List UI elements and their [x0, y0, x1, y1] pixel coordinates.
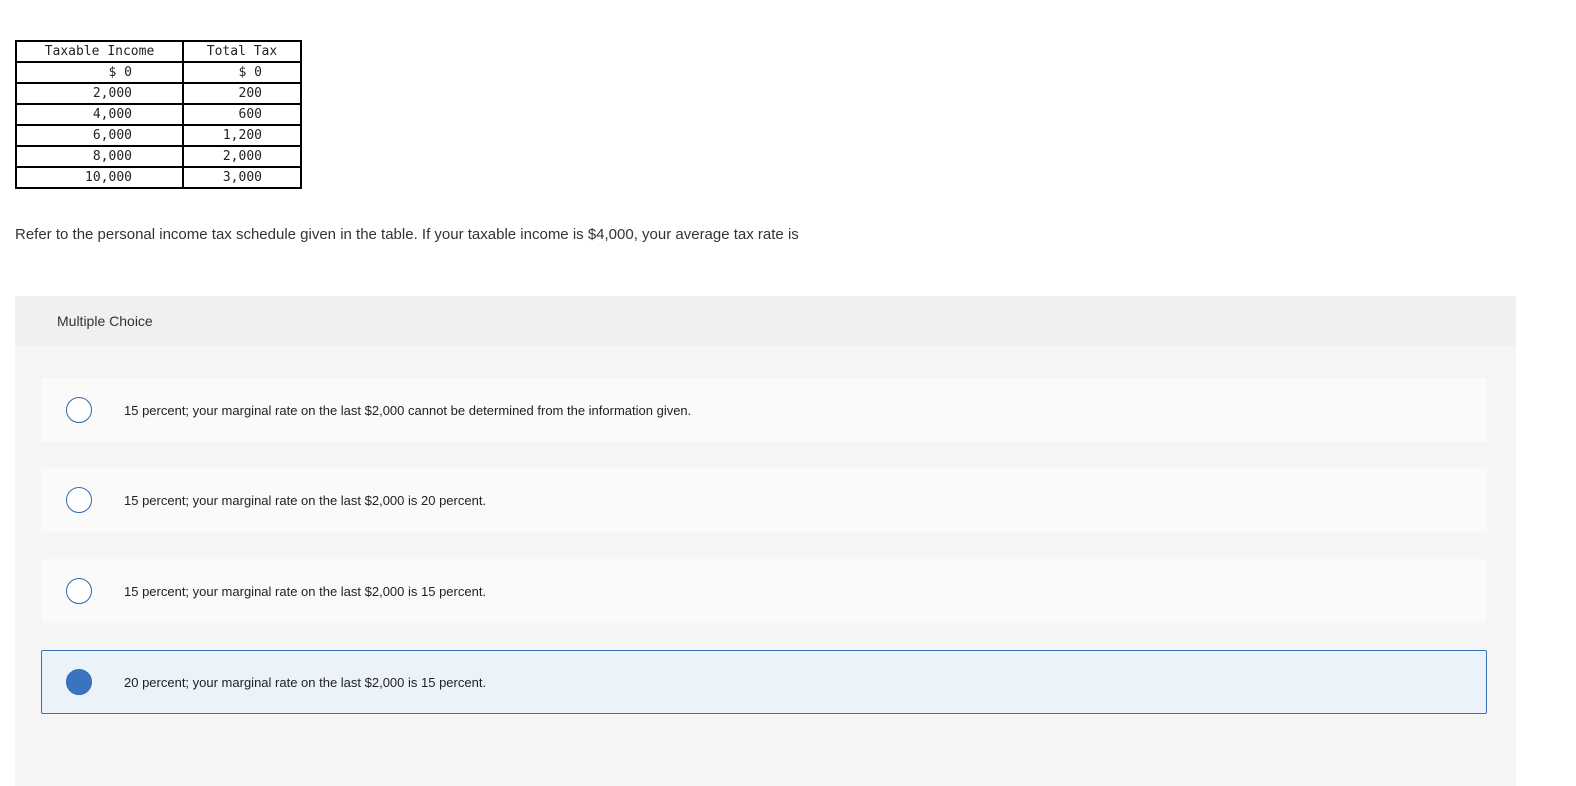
- header-taxable-income: Taxable Income: [15, 40, 184, 63]
- choice-option-1[interactable]: 15 percent; your marginal rate on the la…: [41, 378, 1487, 442]
- table-row: 2,000 200: [15, 82, 302, 105]
- tax-schedule-table: Taxable Income Total Tax $ 0 $ 0 2,000 2…: [15, 40, 302, 189]
- header-total-tax: Total Tax: [182, 40, 302, 63]
- multiple-choice-label: Multiple Choice: [57, 313, 153, 329]
- choice-option-text: 15 percent; your marginal rate on the la…: [124, 493, 487, 508]
- table-row: $ 0 $ 0: [15, 61, 302, 84]
- table-row: 4,000 600: [15, 103, 302, 126]
- tax-cell: 200: [182, 82, 302, 105]
- income-cell: 10,000: [15, 166, 184, 189]
- tax-cell: $ 0: [182, 61, 302, 84]
- choice-option-4[interactable]: 20 percent; your marginal rate on the la…: [41, 650, 1487, 714]
- income-cell: $ 0: [15, 61, 184, 84]
- question-text: Refer to the personal income tax schedul…: [15, 226, 799, 243]
- radio-button-icon[interactable]: [66, 578, 92, 604]
- choice-option-2[interactable]: 15 percent; your marginal rate on the la…: [41, 468, 1487, 532]
- table-header-row: Taxable Income Total Tax: [15, 40, 302, 63]
- choice-option-text: 20 percent; your marginal rate on the la…: [124, 675, 487, 690]
- table-row: 10,000 3,000: [15, 166, 302, 189]
- income-cell: 6,000: [15, 124, 184, 147]
- radio-button-icon[interactable]: [66, 669, 92, 695]
- multiple-choice-header: Multiple Choice: [15, 296, 1516, 346]
- radio-button-icon[interactable]: [66, 397, 92, 423]
- income-cell: 8,000: [15, 145, 184, 168]
- tax-cell: 2,000: [182, 145, 302, 168]
- table-row: 6,000 1,200: [15, 124, 302, 147]
- tax-cell: 1,200: [182, 124, 302, 147]
- tax-cell: 3,000: [182, 166, 302, 189]
- multiple-choice-panel: Multiple Choice 15 percent; your margina…: [15, 296, 1516, 786]
- choice-option-3[interactable]: 15 percent; your marginal rate on the la…: [41, 559, 1487, 623]
- choice-option-text: 15 percent; your marginal rate on the la…: [124, 403, 692, 418]
- choice-option-text: 15 percent; your marginal rate on the la…: [124, 584, 487, 599]
- income-cell: 4,000: [15, 103, 184, 126]
- income-cell: 2,000: [15, 82, 184, 105]
- radio-button-icon[interactable]: [66, 487, 92, 513]
- tax-cell: 600: [182, 103, 302, 126]
- table-row: 8,000 2,000: [15, 145, 302, 168]
